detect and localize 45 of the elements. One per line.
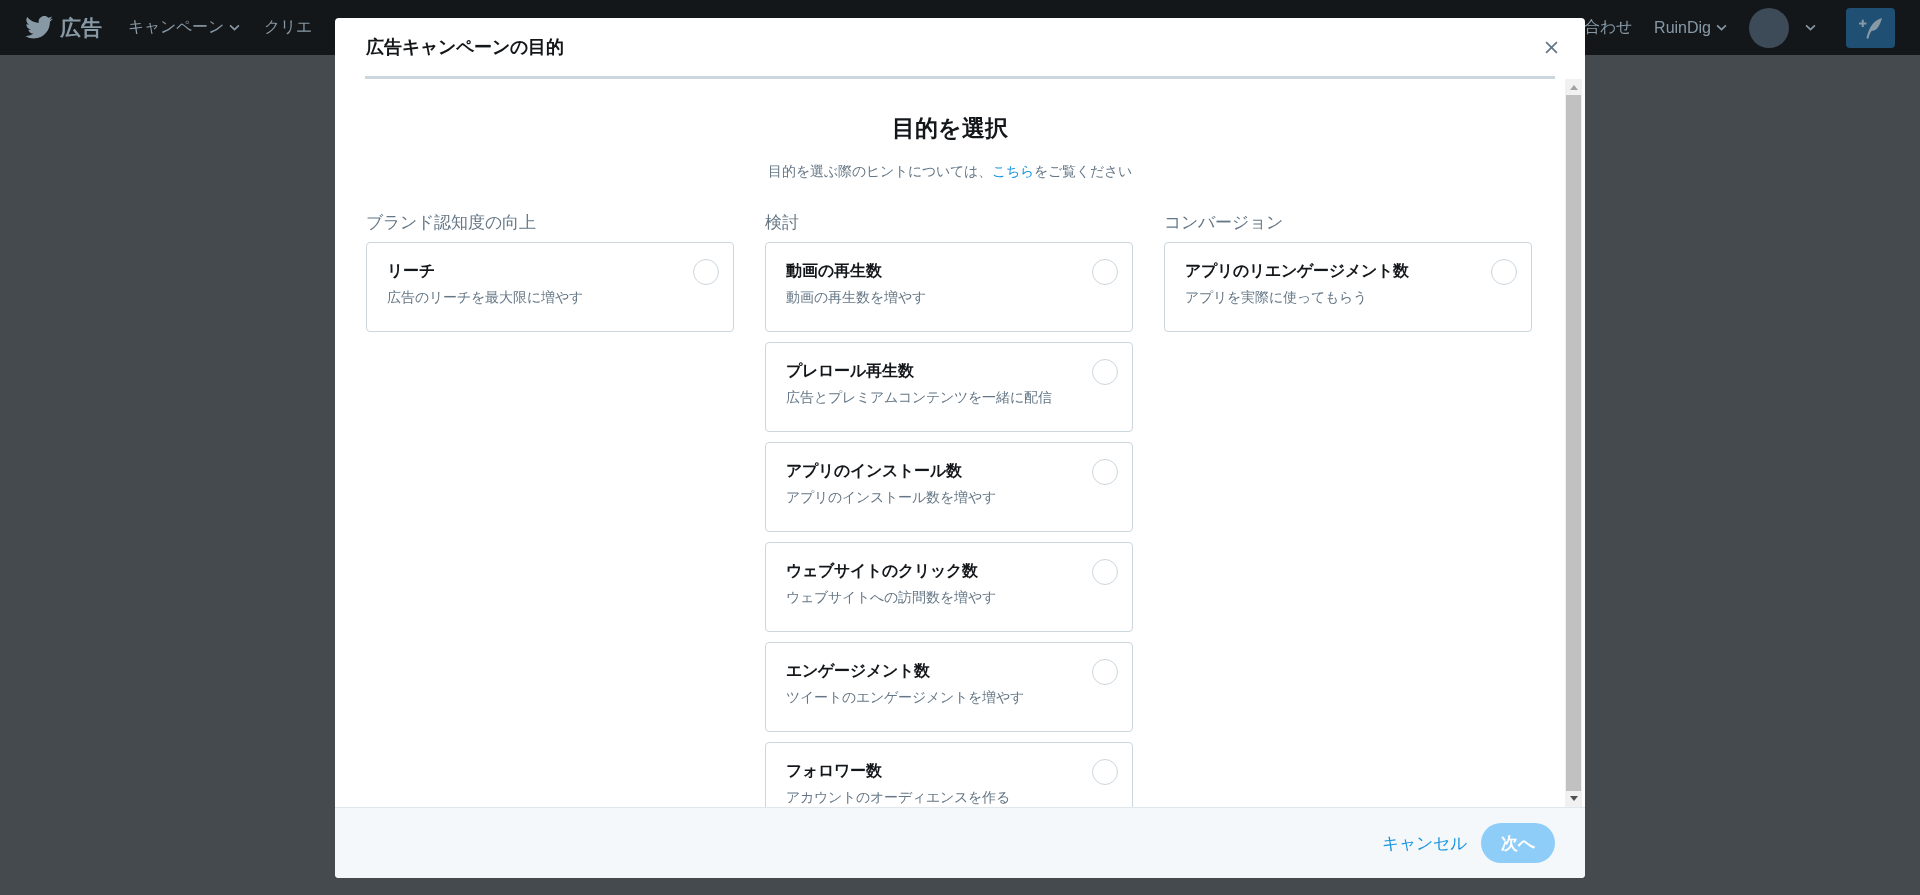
help-link[interactable]: 合わせ — [1584, 17, 1633, 38]
scroll-up-icon[interactable] — [1569, 85, 1578, 90]
avatar-circle[interactable] — [1749, 7, 1789, 48]
objective-card[interactable]: アプリのリエンゲージメント数 アプリを実際に使ってもらう — [1164, 242, 1532, 332]
category-title: 検討 — [765, 212, 800, 234]
objective-description: アプリを実際に使ってもらう — [1185, 289, 1368, 307]
scrollbar[interactable] — [1565, 79, 1582, 807]
category-title: コンバージョン — [1164, 212, 1284, 234]
objective-name: エンゲージメント数 — [786, 661, 931, 681]
close-icon[interactable] — [1545, 40, 1558, 54]
objective-name: 動画の再生数 — [786, 261, 883, 281]
account-menu[interactable]: RuinDig — [1654, 18, 1727, 37]
objective-description: ツイートのエンゲージメントを増やす — [786, 689, 1024, 707]
objective-name: ウェブサイトのクリック数 — [786, 561, 979, 581]
nav-menu-item[interactable]: キャンペーン — [128, 17, 240, 38]
objective-card[interactable]: ウェブサイトのクリック数 ウェブサイトへの訪問数を増やす — [765, 542, 1133, 632]
objective-description: 広告とプレミアムコンテンツを一緒に配信 — [786, 389, 1052, 407]
chevron-down-icon — [1716, 24, 1727, 31]
chevron-down-icon — [229, 24, 240, 31]
objective-name: アプリのリエンゲージメント数 — [1185, 261, 1409, 281]
objective-description: 広告のリーチを最大限に増やす — [387, 289, 583, 307]
scroll-down-icon[interactable] — [1569, 796, 1578, 801]
category-title: ブランド認知度の向上 — [366, 212, 537, 234]
objective-card[interactable]: リーチ 広告のリーチを最大限に増やす — [366, 242, 734, 332]
dialog-title: 広告キャンペーンの目的 — [366, 36, 564, 59]
nav-menu-item[interactable]: クリエ — [264, 17, 312, 38]
objective-card[interactable]: アプリのインストール数 アプリのインストール数を増やす — [765, 442, 1133, 532]
brand-label[interactable]: 広告 — [60, 13, 102, 42]
bird-icon[interactable] — [25, 16, 53, 39]
objective-description: アカウントのオーディエンスを作る — [786, 789, 1010, 807]
plus-feather-icon — [1856, 16, 1885, 39]
section-heading: 目的を選択 — [891, 114, 1009, 143]
objective-card[interactable]: プレロール再生数 広告とプレミアムコンテンツを一緒に配信 — [765, 342, 1133, 432]
objective-name: リーチ — [387, 261, 436, 281]
chevron-down-icon[interactable] — [1805, 24, 1816, 31]
compose-button[interactable] — [1846, 7, 1895, 48]
objective-description: アプリのインストール数を増やす — [786, 489, 996, 507]
objective-card[interactable]: 動画の再生数 動画の再生数を増やす — [765, 242, 1133, 332]
objective-description: ウェブサイトへの訪問数を増やす — [786, 589, 996, 607]
objective-name: プレロール再生数 — [786, 361, 915, 381]
hint-text: 目的を選ぶ際のヒントについては、こちら をご覧ください — [768, 163, 1132, 179]
objective-card[interactable]: エンゲージメント数 ツイートのエンゲージメントを増やす — [765, 642, 1133, 732]
objective-name: アプリのインストール数 — [786, 461, 963, 481]
objective-name: フォロワー数 — [786, 761, 883, 781]
objective-description: 動画の再生数を増やす — [786, 289, 926, 307]
